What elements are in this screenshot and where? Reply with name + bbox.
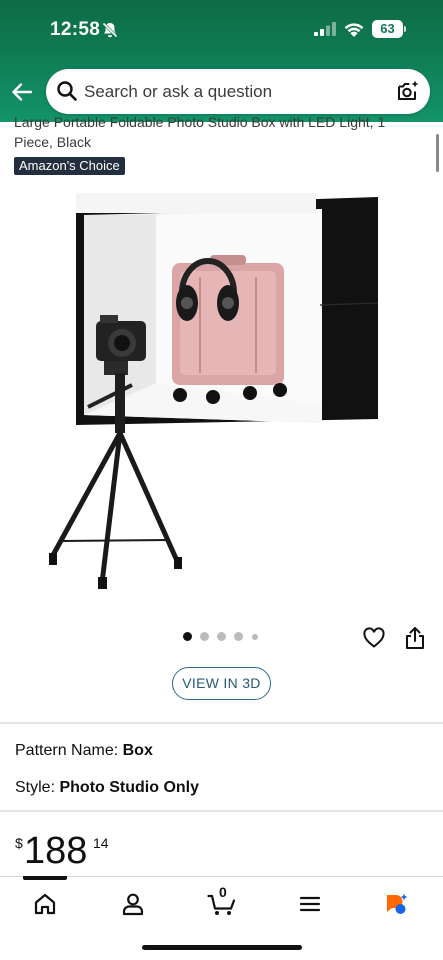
status-bar: 12:58 63 [0, 0, 443, 60]
rufus-icon[interactable] [383, 891, 409, 917]
product-title[interactable]: Large Portable Foldable Photo Studio Box… [14, 112, 414, 152]
product-image[interactable] [40, 185, 400, 595]
status-time: 12:58 [50, 19, 101, 40]
badge-suffix: Choice [79, 158, 120, 173]
menu-icon[interactable] [297, 891, 323, 917]
divider-bottom [0, 810, 443, 812]
style-row[interactable]: Style: Photo Studio Only [15, 779, 199, 797]
carousel-dot-5[interactable] [252, 633, 258, 640]
carousel-dot-4[interactable] [234, 632, 243, 641]
price-fraction: 14 [93, 835, 109, 851]
share-icon[interactable] [404, 626, 426, 650]
price-currency: $ [15, 835, 23, 851]
carousel-dot-2[interactable] [200, 632, 209, 641]
heart-icon[interactable] [362, 626, 386, 650]
pattern-name-value: Box [122, 742, 153, 759]
pattern-name-label: Pattern Name: [15, 742, 119, 759]
style-value: Photo Studio Only [59, 779, 200, 796]
signal-icon [314, 22, 336, 36]
style-label: Style: [15, 779, 56, 796]
search-input[interactable]: Search or ask a question [84, 82, 272, 102]
view-in-3d-button[interactable]: VIEW IN 3D [172, 667, 271, 700]
carousel-dot-3[interactable] [217, 632, 226, 641]
account-icon[interactable] [120, 891, 146, 917]
battery-icon: 63 [372, 20, 403, 38]
wifi-icon [344, 23, 364, 37]
pattern-name-row[interactable]: Pattern Name: Box [15, 742, 153, 760]
top-header: 12:58 63 Search or ask a question [0, 0, 443, 122]
camera-search-icon[interactable] [396, 79, 420, 103]
search-bar[interactable]: Search or ask a question [46, 69, 430, 114]
home-indicator [142, 945, 302, 950]
price-whole: 188 [24, 830, 88, 872]
badge-prefix: Amazon's [19, 158, 76, 173]
battery-tip [404, 26, 406, 32]
mute-bell-icon [102, 22, 118, 38]
nav-active-indicator [23, 876, 67, 880]
search-icon[interactable] [56, 80, 78, 102]
home-icon[interactable] [32, 891, 58, 917]
divider-top [0, 722, 443, 724]
amazons-choice-badge[interactable]: Amazon's Choice [14, 157, 125, 175]
back-arrow-icon[interactable] [10, 80, 34, 104]
cart-count: 0 [219, 884, 227, 900]
carousel-dot-1[interactable] [183, 632, 192, 641]
scroll-indicator [436, 134, 439, 172]
